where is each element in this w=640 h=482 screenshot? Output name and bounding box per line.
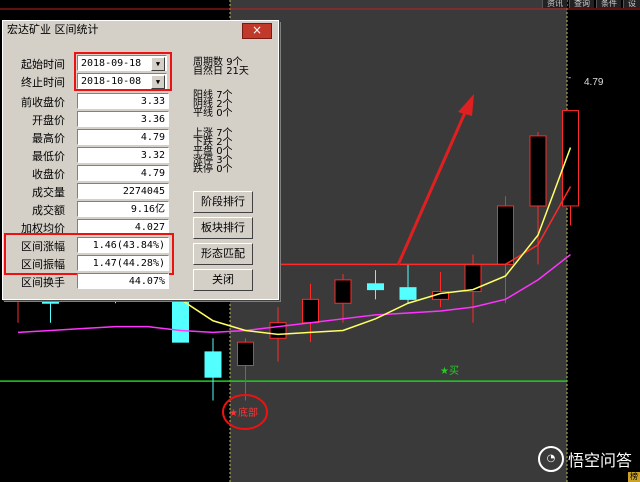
menu-news[interactable]: 资讯 — [542, 0, 567, 8]
logo-mark-icon: ◔ — [537, 446, 564, 472]
open-label: 开盘价 — [32, 114, 65, 127]
limit-down-count: 跌停 0个 — [193, 164, 233, 175]
natural-days: 自然日 21天 — [193, 66, 249, 77]
gain-highlight-box — [4, 233, 174, 275]
low-value: 3.32 — [77, 147, 169, 163]
menu-query[interactable]: 查询 — [569, 0, 594, 8]
candle-up — [302, 298, 319, 324]
flat-count: 平线 0个 — [193, 108, 233, 119]
bottom-label: ★底部 — [229, 406, 258, 419]
stage-rank-button[interactable]: 阶段排行 — [193, 191, 253, 213]
candle-up — [497, 205, 514, 265]
candle-up — [562, 110, 579, 207]
date-highlight-box — [74, 52, 172, 91]
high-value: 4.79 — [77, 129, 169, 145]
start-time-label: 起始时间 — [21, 58, 65, 71]
candle-up — [529, 135, 547, 207]
candle-down — [399, 287, 417, 300]
amount-label: 成交额 — [32, 204, 65, 217]
candle-up — [334, 279, 352, 304]
dialog-titlebar[interactable]: 宏达矿业 区间统计 × — [3, 21, 278, 39]
volume-value: 2274045 — [77, 183, 169, 199]
amount-value: 9.16亿 — [77, 201, 169, 217]
end-time-label: 终止时间 — [21, 76, 65, 89]
watermark-logo: ◔ 悟空问答 — [537, 446, 632, 472]
pattern-match-button[interactable]: 形态匹配 — [193, 243, 253, 265]
selected-range-band — [230, 0, 567, 482]
open-value: 3.36 — [77, 111, 169, 127]
watermark-text: 悟空问答 — [567, 451, 632, 470]
sector-rank-button[interactable]: 板块排行 — [193, 217, 253, 239]
top-menu: 资讯 查询 条件 设 — [542, 0, 640, 8]
candle-up — [237, 341, 254, 367]
turnover-label: 区间换手 — [21, 276, 65, 289]
menu-settings[interactable]: 设 — [623, 0, 640, 8]
low-label: 最低价 — [32, 150, 65, 163]
candle-down — [204, 351, 222, 378]
volume-label: 成交量 — [32, 186, 65, 199]
close-icon[interactable]: × — [242, 23, 272, 39]
prev-close-label: 前收盘价 — [21, 96, 65, 109]
candle-down — [367, 283, 384, 291]
turnover-value: 44.07% — [77, 273, 169, 289]
peak-marker: - — [568, 73, 571, 83]
high-label: 最高价 — [32, 132, 65, 145]
close-value: 4.79 — [77, 165, 169, 181]
buy-label: ★买 — [440, 365, 459, 377]
peak-price-label: 4.79 — [584, 77, 604, 88]
close-label: 收盘价 — [32, 168, 65, 181]
range-stats-dialog: 宏达矿业 区间统计 × 起始时间 2018-09-18 ▼ 终止时间 2018-… — [2, 20, 279, 300]
candle-up — [269, 322, 287, 339]
close-button[interactable]: 关闭 — [193, 269, 253, 291]
dialog-title: 宏达矿业 区间统计 — [7, 23, 99, 36]
corner-badge: 榜 — [628, 472, 640, 482]
prev-close-value: 3.33 — [77, 93, 169, 109]
menu-condition[interactable]: 条件 — [596, 0, 621, 8]
